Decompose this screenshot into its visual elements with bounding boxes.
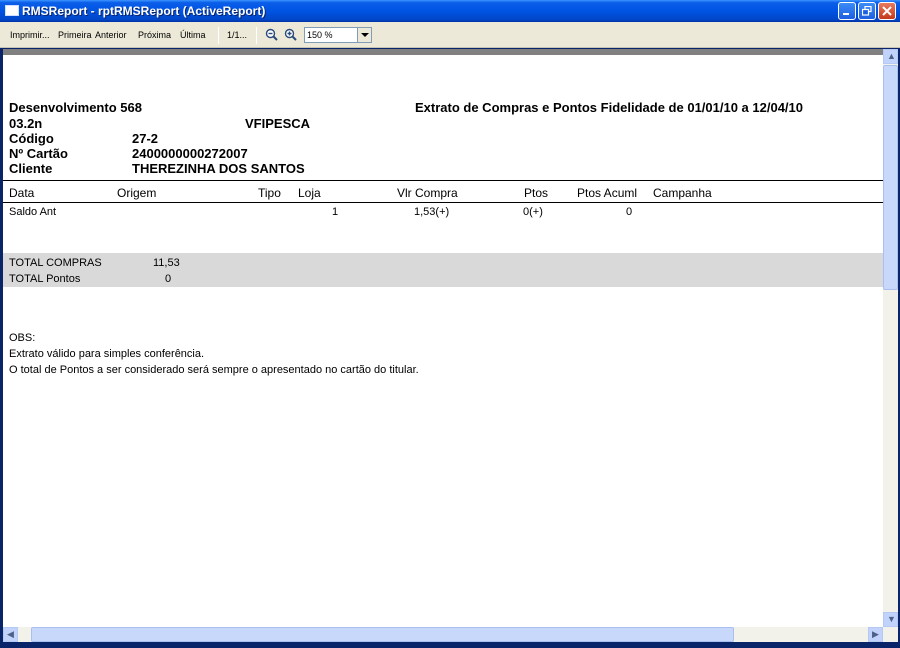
zoom-value: 150 % [307, 30, 333, 40]
viewer-toolbar: Imprimir... Primeira Anterior Próxima Úl… [0, 22, 900, 48]
minimize-button[interactable] [838, 2, 856, 20]
obs-label: OBS: [9, 332, 36, 344]
header-rule-top [3, 180, 883, 181]
cliente-value: THEREZINHA DOS SANTOS [132, 161, 305, 176]
total-compras-label: TOTAL COMPRAS [9, 257, 102, 269]
report-heading: Extrato de Compras e Pontos Fidelidade d… [415, 100, 803, 115]
column-header-loja: Loja [298, 186, 321, 200]
totals-band [3, 253, 883, 287]
horizontal-scrollbar[interactable]: ◀ ▶ [3, 627, 898, 642]
print-button[interactable]: Imprimir... [10, 30, 50, 40]
header-rule-bottom [3, 202, 883, 203]
toolbar-separator [256, 27, 257, 44]
vertical-scroll-thumb[interactable] [883, 65, 898, 290]
store-code: VFIPESCA [245, 116, 311, 131]
scroll-left-button[interactable]: ◀ [3, 627, 18, 642]
last-page-button[interactable]: Última [180, 30, 206, 40]
report-viewport: Desenvolvimento 568 03.2n VFIPESCA Extra… [3, 49, 898, 642]
minimize-icon [843, 13, 849, 15]
chevron-down-icon[interactable] [357, 28, 371, 42]
next-page-button[interactable]: Próxima [138, 30, 171, 40]
horizontal-scroll-thumb[interactable] [31, 627, 734, 642]
obs-line-2: O total de Pontos a ser considerado será… [9, 364, 419, 376]
row-ptos-acuml: 0 [626, 206, 633, 218]
previous-page-button[interactable]: Anterior [95, 30, 127, 40]
report-page: Desenvolvimento 568 03.2n VFIPESCA Extra… [3, 55, 883, 627]
row-loja: 1 [332, 206, 339, 218]
company-name: Desenvolvimento 568 [9, 100, 142, 115]
title-bar[interactable]: RMSReport - rptRMSReport (ActiveReport) [0, 0, 900, 22]
cliente-label: Cliente [9, 161, 53, 176]
report-version: 03.2n [9, 116, 43, 131]
chevron-up-icon: ▲ [887, 51, 896, 61]
total-pontos-label: TOTAL Pontos [9, 273, 81, 285]
row-vlr-compra: 1,53(+) [414, 206, 450, 218]
codigo-label: Código [9, 131, 54, 146]
column-header-origem: Origem [117, 186, 157, 200]
total-pontos-value: 0 [165, 273, 172, 285]
close-button[interactable] [878, 2, 896, 20]
codigo-value: 27-2 [132, 131, 159, 146]
cartao-value: 2400000000272007 [132, 146, 248, 161]
window-title: RMSReport - rptRMSReport (ActiveReport) [22, 4, 266, 18]
column-header-data: Data [9, 186, 35, 200]
column-header-ptos: Ptos [524, 186, 549, 200]
row-ptos: 0(+) [523, 206, 543, 218]
scroll-up-button[interactable]: ▲ [883, 49, 898, 64]
app-icon [5, 5, 19, 16]
chevron-right-icon: ▶ [872, 629, 879, 639]
window-bottom-border [0, 642, 900, 648]
page-indicator[interactable]: 1/1... [227, 30, 247, 40]
column-header-tipo: Tipo [258, 186, 281, 200]
total-compras-value: 11,53 [153, 257, 180, 269]
obs-line-1: Extrato válido para simples conferência. [9, 348, 205, 360]
close-icon [882, 6, 892, 16]
column-header-campanha: Campanha [653, 186, 712, 200]
zoom-out-icon[interactable] [265, 28, 278, 41]
chevron-left-icon: ◀ [7, 629, 14, 639]
cartao-label: Nº Cartão [9, 146, 68, 161]
zoom-in-icon[interactable] [284, 28, 297, 41]
zoom-select[interactable]: 150 % [304, 27, 372, 43]
column-header-ptos-acuml: Ptos Acuml [577, 186, 638, 200]
toolbar-separator [218, 27, 219, 44]
maximize-button[interactable] [858, 2, 876, 20]
row-data: Saldo Ant [9, 206, 57, 218]
report-viewer-window: RMSReport - rptRMSReport (ActiveReport) … [0, 0, 900, 648]
restore-icon [862, 6, 872, 16]
first-page-button[interactable]: Primeira [58, 30, 92, 40]
vertical-scrollbar[interactable]: ▲ ▼ [883, 49, 898, 627]
scroll-down-button[interactable]: ▼ [883, 612, 898, 627]
column-header-vlr-compra: Vlr Compra [397, 186, 458, 200]
chevron-down-icon: ▼ [887, 614, 896, 624]
scroll-right-button[interactable]: ▶ [868, 627, 883, 642]
